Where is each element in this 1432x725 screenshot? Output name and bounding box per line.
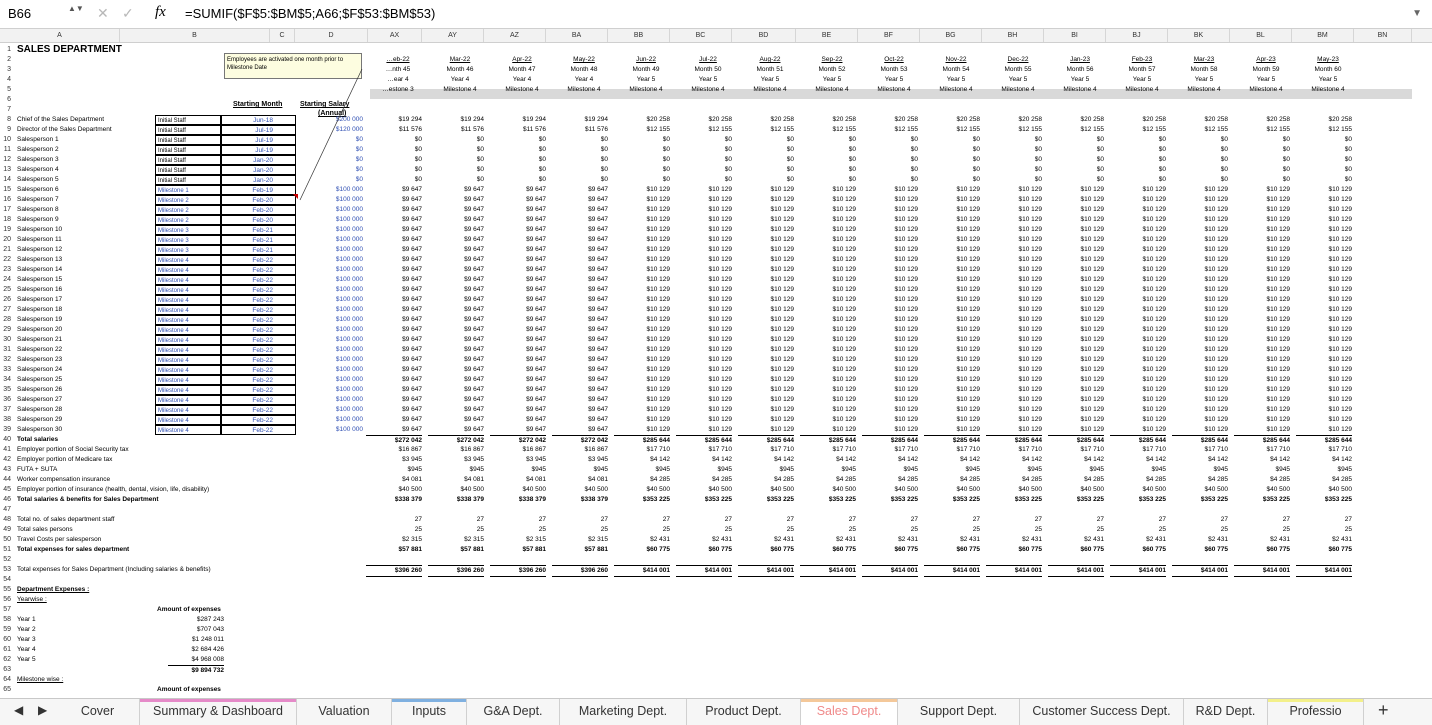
- column-header[interactable]: BF: [858, 29, 920, 42]
- formula-input[interactable]: =SUMIF($F$5:$BM$5;A66;$F$53:$BM$53): [185, 6, 435, 21]
- tab-color-strip: [392, 699, 466, 702]
- column-header[interactable]: BB: [608, 29, 670, 42]
- column-header[interactable]: BE: [796, 29, 858, 42]
- column-header[interactable]: BL: [1230, 29, 1292, 42]
- sheet-tab-label: Sales Dept.: [816, 704, 882, 718]
- column-header[interactable]: BH: [982, 29, 1044, 42]
- column-header[interactable]: BG: [920, 29, 982, 42]
- sheet-tab[interactable]: Inputs: [392, 699, 467, 725]
- function-icon[interactable]: fx: [155, 4, 166, 21]
- sheet-tab-label: G&A Dept.: [483, 704, 543, 718]
- expand-formula-icon[interactable]: ▼: [1412, 8, 1422, 19]
- sheet-tab[interactable]: Product Dept.: [687, 699, 801, 725]
- column-header[interactable]: AZ: [484, 29, 546, 42]
- sheet-tab-bar: Cover Summary & Dashboard Valuation Inputs G…: [0, 698, 1432, 725]
- sheet-tab-label: Cover: [80, 704, 115, 718]
- add-sheet-button[interactable]: +: [1378, 700, 1389, 721]
- column-header[interactable]: BC: [670, 29, 732, 42]
- sheet-tab[interactable]: Valuation: [297, 699, 392, 725]
- sheet-tab-label: Valuation: [318, 704, 370, 718]
- sheet-tab-label: Customer Success Dept.: [1032, 704, 1171, 718]
- sheet-tab[interactable]: Cover: [56, 699, 140, 725]
- sheet-tab[interactable]: G&A Dept.: [467, 699, 560, 725]
- column-header[interactable]: B: [120, 29, 270, 42]
- sheet-tab-label: Product Dept.: [705, 704, 782, 718]
- column-header[interactable]: BJ: [1106, 29, 1168, 42]
- column-header[interactable]: BM: [1292, 29, 1354, 42]
- cancel-formula-icon[interactable]: ✕: [97, 5, 109, 22]
- sheet-tab[interactable]: Customer Success Dept.: [1020, 699, 1184, 725]
- name-box[interactable]: B66: [8, 6, 31, 21]
- column-header[interactable]: BN: [1354, 29, 1412, 42]
- sheet-tab[interactable]: Professio: [1268, 699, 1364, 725]
- confirm-formula-icon[interactable]: ✓: [122, 5, 134, 22]
- sheet-tab-label: Inputs: [411, 704, 447, 718]
- column-header[interactable]: A: [0, 29, 120, 42]
- sheet-tab-label: Marketing Dept.: [578, 704, 668, 718]
- sheet-grid[interactable]: SALES DEPARTMENT Employees are activated…: [0, 43, 1432, 698]
- tab-color-strip: [801, 699, 897, 702]
- sheet-tab[interactable]: Support Dept.: [898, 699, 1020, 725]
- column-header[interactable]: C: [270, 29, 295, 42]
- tab-color-strip: [1268, 699, 1363, 702]
- sheet-tab-label: R&D Dept.: [1195, 704, 1256, 718]
- column-header[interactable]: BD: [732, 29, 796, 42]
- name-box-spinner-icon[interactable]: ▲▼: [68, 4, 84, 13]
- column-header[interactable]: AY: [422, 29, 484, 42]
- tab-color-strip: [140, 699, 296, 702]
- sheet-tab[interactable]: Sales Dept.: [801, 699, 898, 725]
- sheet-tab-label: Summary & Dashboard: [153, 704, 283, 718]
- column-header[interactable]: AX: [368, 29, 422, 42]
- sheet-tab-label: Professio: [1289, 704, 1342, 718]
- tab-scroll-left-icon[interactable]: ◀: [14, 703, 23, 717]
- column-header-bar: A B C D AX AY AZ BA BB BC BD BE BF BG BH BI BJ BK BL BM BN: [0, 29, 1432, 43]
- column-header[interactable]: D: [295, 29, 368, 42]
- comment-connector: [293, 68, 363, 201]
- sheet-tab[interactable]: Marketing Dept.: [560, 699, 687, 725]
- column-header[interactable]: BI: [1044, 29, 1106, 42]
- column-header[interactable]: BA: [546, 29, 608, 42]
- column-header[interactable]: BK: [1168, 29, 1230, 42]
- sheet-tab[interactable]: R&D Dept.: [1184, 699, 1268, 725]
- sheet-tab-label: Support Dept.: [919, 704, 998, 718]
- sheet-tab[interactable]: Summary & Dashboard: [140, 699, 297, 725]
- tab-scroll-right-icon[interactable]: ▶: [38, 703, 47, 717]
- formula-bar: B66 ▲▼ ✕ ✓ fx =SUMIF($F$5:$BM$5;A66;$F$5…: [0, 0, 1432, 29]
